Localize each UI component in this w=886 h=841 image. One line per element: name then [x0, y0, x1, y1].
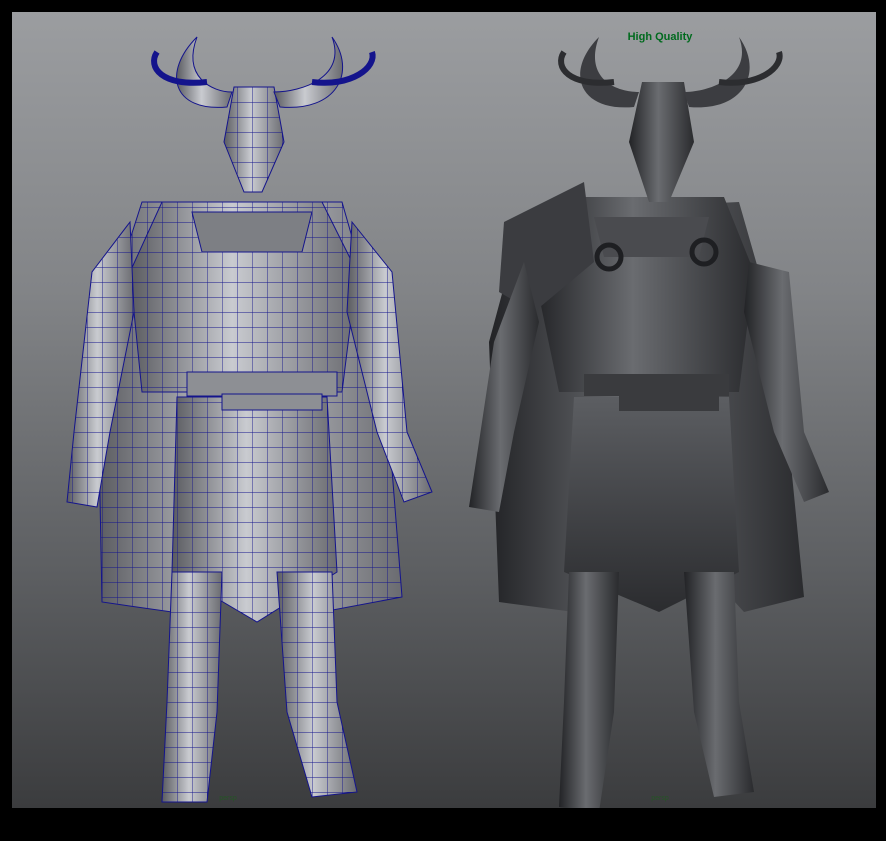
sculpt-model-icon[interactable]	[444, 12, 876, 808]
right-viewport[interactable]: High Quality persp	[444, 12, 876, 808]
wireframe-model-icon[interactable]	[12, 12, 444, 808]
camera-hud-label: persp	[219, 795, 237, 802]
left-viewport[interactable]: persp	[12, 12, 444, 808]
camera-hud-label: persp	[651, 795, 669, 802]
viewport-frame: persp High Quality persp	[12, 12, 876, 808]
quality-label: High Quality	[627, 31, 693, 43]
